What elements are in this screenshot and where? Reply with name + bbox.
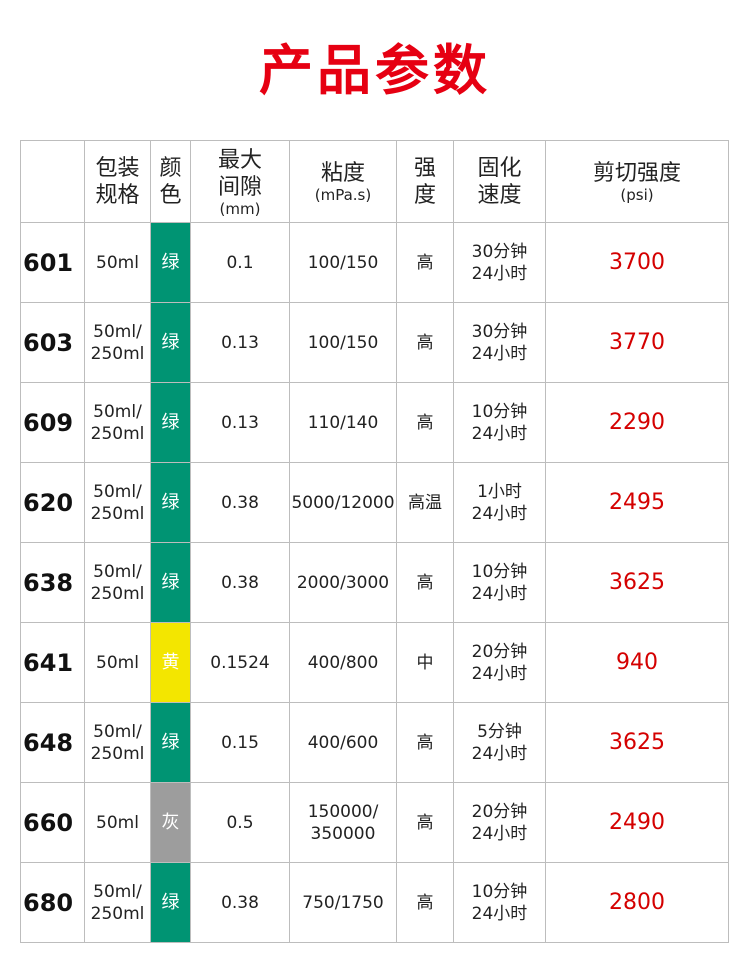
cell-cure-speed: 1小时 24小时 — [453, 462, 546, 543]
header-viscosity: 粘度 (mPa.s) — [289, 140, 397, 223]
cell-model: 680 — [20, 862, 85, 943]
cell-gap: 0.15 — [190, 702, 290, 783]
table-row: 641 50ml 黄 0.1524 400/800 中 20分钟 24小时 940 — [20, 622, 729, 703]
cell-shear-strength: 2290 — [545, 382, 729, 463]
cell-package: 50ml/250ml — [84, 702, 151, 783]
cell-gap: 0.38 — [190, 862, 290, 943]
cell-package: 50ml — [84, 782, 151, 863]
cell-cure-speed: 10分钟 24小时 — [453, 382, 546, 463]
header-color: 颜 色 — [150, 140, 191, 223]
cell-shear-strength: 3625 — [545, 542, 729, 623]
cell-gap: 0.5 — [190, 782, 290, 863]
cell-strength: 高 — [396, 302, 454, 383]
cell-shear-strength: 2490 — [545, 782, 729, 863]
header-cure-speed: 固化 速度 — [453, 140, 546, 223]
cell-strength: 高 — [396, 222, 454, 303]
table-row: 603 50ml/250ml 绿 0.13 100/150 高 30分钟 24小时 3770 — [20, 302, 729, 383]
cell-shear-strength: 2800 — [545, 862, 729, 943]
cell-gap: 0.38 — [190, 542, 290, 623]
cell-model: 603 — [20, 302, 85, 383]
table-row: 660 50ml 灰 0.5 150000/350000 高 20分钟 24小时 2490 — [20, 782, 729, 863]
cell-model: 660 — [20, 782, 85, 863]
cell-viscosity: 2000/3000 — [289, 542, 397, 623]
cell-model: 601 — [20, 222, 85, 303]
cell-gap: 0.38 — [190, 462, 290, 543]
cell-package: 50ml/250ml — [84, 862, 151, 943]
cell-strength: 高 — [396, 542, 454, 623]
cell-viscosity: 150000/350000 — [289, 782, 397, 863]
header-model — [20, 140, 85, 223]
cell-package: 50ml/250ml — [84, 302, 151, 383]
cell-strength: 高 — [396, 702, 454, 783]
table-row: 620 50ml/250ml 绿 0.38 5000/12000 高温 1小时 24小时 249… — [20, 462, 729, 543]
cell-color-swatch: 绿 — [150, 702, 191, 783]
page-title: 产品参数 — [259, 39, 491, 102]
cell-viscosity: 100/150 — [289, 302, 397, 383]
cell-strength: 高 — [396, 862, 454, 943]
cell-shear-strength: 2495 — [545, 462, 729, 543]
table-row: 680 50ml/250ml 绿 0.38 750/1750 高 10分钟 24小时 2800 — [20, 862, 729, 943]
cell-model: 609 — [20, 382, 85, 463]
cell-color-swatch: 绿 — [150, 862, 191, 943]
cell-package: 50ml — [84, 222, 151, 303]
table-row: 638 50ml/250ml 绿 0.38 2000/3000 高 10分钟 24小时 3625 — [20, 542, 729, 623]
table-row: 609 50ml/250ml 绿 0.13 110/140 高 10分钟 24小时 2290 — [20, 382, 729, 463]
cell-gap: 0.1 — [190, 222, 290, 303]
cell-model: 638 — [20, 542, 85, 623]
cell-cure-speed: 30分钟 24小时 — [453, 222, 546, 303]
cell-viscosity: 110/140 — [289, 382, 397, 463]
cell-color-swatch: 黄 — [150, 622, 191, 703]
cell-viscosity: 5000/12000 — [289, 462, 397, 543]
cell-package: 50ml/250ml — [84, 542, 151, 623]
cell-strength: 高温 — [396, 462, 454, 543]
cell-color-swatch: 绿 — [150, 542, 191, 623]
cell-cure-speed: 10分钟 24小时 — [453, 542, 546, 623]
cell-color-swatch: 绿 — [150, 302, 191, 383]
header-package: 包装 规格 — [84, 140, 151, 223]
cell-viscosity: 100/150 — [289, 222, 397, 303]
cell-cure-speed: 10分钟 24小时 — [453, 862, 546, 943]
table-row: 648 50ml/250ml 绿 0.15 400/600 高 5分钟 24小时 3625 — [20, 702, 729, 783]
cell-cure-speed: 20分钟 24小时 — [453, 782, 546, 863]
cell-strength: 中 — [396, 622, 454, 703]
cell-color-swatch: 绿 — [150, 222, 191, 303]
cell-cure-speed: 30分钟 24小时 — [453, 302, 546, 383]
cell-shear-strength: 940 — [545, 622, 729, 703]
cell-cure-speed: 5分钟 24小时 — [453, 702, 546, 783]
table-header-row: 包装 规格 颜 色 最大 间隙 (mm) 粘度 (mPa.s) 强 度 固化 速… — [20, 140, 729, 223]
header-gap: 最大 间隙 (mm) — [190, 140, 290, 223]
cell-package: 50ml — [84, 622, 151, 703]
cell-viscosity: 400/800 — [289, 622, 397, 703]
cell-viscosity: 750/1750 — [289, 862, 397, 943]
cell-cure-speed: 20分钟 24小时 — [453, 622, 546, 703]
cell-package: 50ml/250ml — [84, 462, 151, 543]
cell-shear-strength: 3700 — [545, 222, 729, 303]
cell-model: 641 — [20, 622, 85, 703]
cell-model: 620 — [20, 462, 85, 543]
cell-shear-strength: 3625 — [545, 702, 729, 783]
cell-viscosity: 400/600 — [289, 702, 397, 783]
product-parameters-table: 包装 规格 颜 色 最大 间隙 (mm) 粘度 (mPa.s) 强 度 固化 速… — [20, 140, 729, 943]
cell-color-swatch: 灰 — [150, 782, 191, 863]
cell-gap: 0.13 — [190, 382, 290, 463]
cell-strength: 高 — [396, 382, 454, 463]
header-strength: 强 度 — [396, 140, 454, 223]
cell-gap: 0.1524 — [190, 622, 290, 703]
cell-color-swatch: 绿 — [150, 462, 191, 543]
cell-strength: 高 — [396, 782, 454, 863]
table-row: 601 50ml 绿 0.1 100/150 高 30分钟 24小时 3700 — [20, 222, 729, 303]
table-body: 601 50ml 绿 0.1 100/150 高 30分钟 24小时 3700 603 50ml/2… — [20, 222, 729, 943]
cell-shear-strength: 3770 — [545, 302, 729, 383]
cell-model: 648 — [20, 702, 85, 783]
header-shear-strength: 剪切强度 (psi) — [545, 140, 729, 223]
cell-color-swatch: 绿 — [150, 382, 191, 463]
cell-package: 50ml/250ml — [84, 382, 151, 463]
cell-gap: 0.13 — [190, 302, 290, 383]
